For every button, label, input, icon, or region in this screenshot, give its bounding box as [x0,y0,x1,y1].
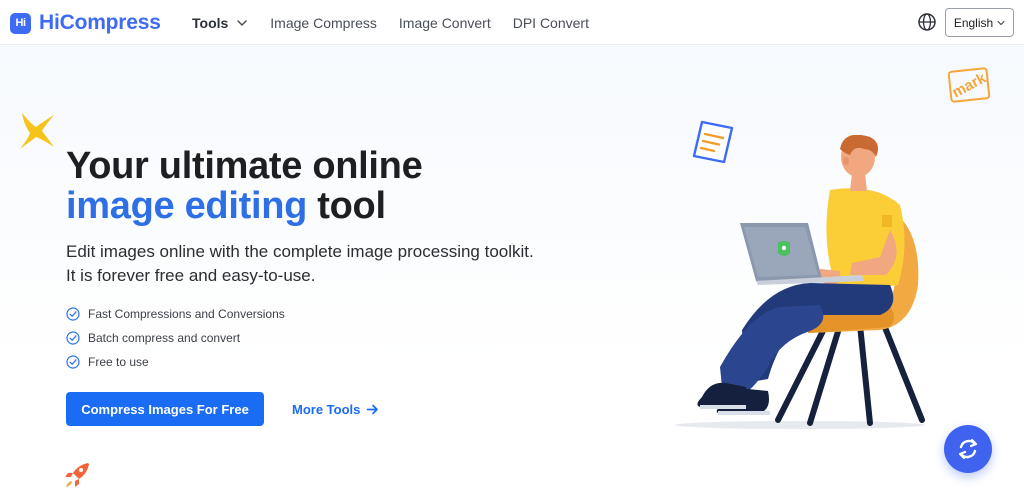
refresh-icon [958,438,978,460]
check-circle-icon [66,307,80,321]
sparkle-star-icon [20,113,54,149]
nav-dpi-convert[interactable]: DPI Convert [513,15,589,31]
logo-mark: Hi [10,12,31,34]
logo[interactable]: Hi HiCompress [10,11,161,35]
chevron-down-icon [997,20,1005,25]
top-navbar: Hi HiCompress Tools Image Compress Image… [0,0,1024,45]
hero-subtitle: Edit images online with the complete ima… [66,240,606,288]
feature-text: Free to use [88,355,149,369]
check-circle-icon [66,331,80,345]
hero-illustration [675,135,925,429]
feature-item: Batch compress and convert [66,326,285,350]
language-select[interactable]: English [945,8,1014,37]
feature-text: Batch compress and convert [88,331,241,345]
hero-title-rest: tool [307,185,386,227]
nav-image-compress[interactable]: Image Compress [270,15,377,31]
more-tools-link[interactable]: More Tools [292,392,379,426]
hero-title-line2: image editing tool [66,185,386,228]
feature-text: Fast Compressions and Conversions [88,307,285,321]
globe-icon[interactable] [917,12,937,32]
hero-subtitle-line1: Edit images online with the complete ima… [66,242,534,261]
feature-item: Fast Compressions and Conversions [66,302,285,326]
rocket-icon [65,463,89,487]
watermark-stamp-icon: mark [947,67,991,103]
check-circle-icon [66,355,80,369]
more-tools-label: More Tools [292,401,361,417]
mark-stamp-text: mark [949,69,989,101]
nav-tools-label: Tools [192,14,229,31]
main-nav: Tools Image Compress Image Convert DPI C… [192,0,611,45]
nav-image-convert[interactable]: Image Convert [399,15,491,31]
hero-title-line1: Your ultimate online [66,145,423,187]
nav-tools[interactable]: Tools [192,15,248,31]
compress-images-button[interactable]: Compress Images For Free [66,392,264,426]
feature-item: Free to use [66,350,285,374]
chevron-down-icon [237,19,248,26]
logo-text: HiCompress [39,11,161,34]
hero-title-accent: image editing [66,185,308,227]
arrow-right-icon [367,404,379,414]
refresh-fab-button[interactable] [944,425,992,473]
language-label: English [953,15,994,30]
feature-list: Fast Compressions and Conversions Batch … [66,302,285,374]
hero-subtitle-line2: It is forever free and easy-to-use. [66,266,316,285]
